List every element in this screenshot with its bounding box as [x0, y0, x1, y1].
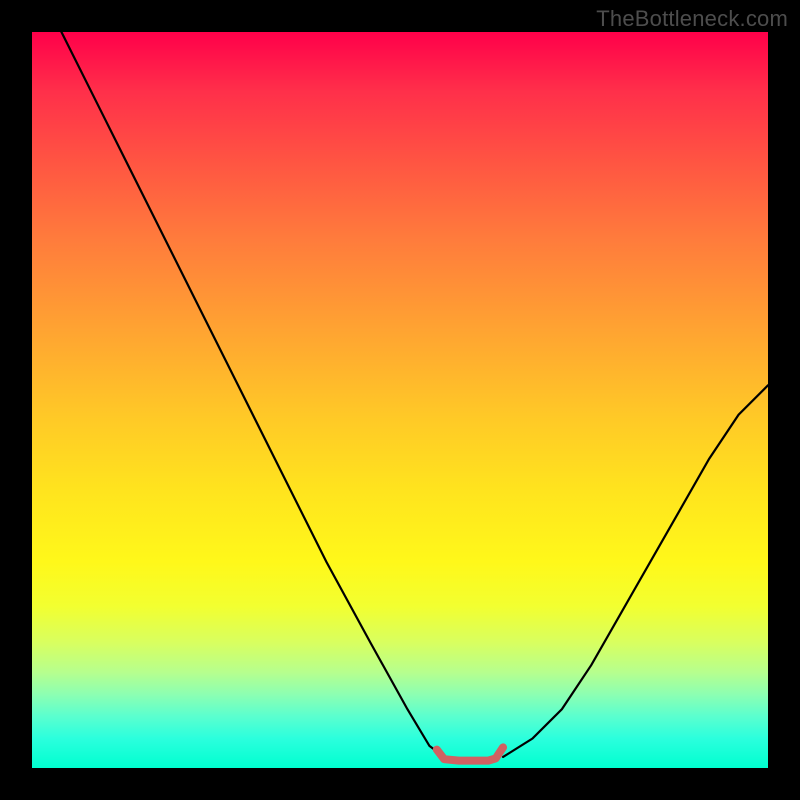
chart-container: TheBottleneck.com — [0, 0, 800, 800]
plot-area — [32, 32, 768, 768]
left-curve-path — [61, 32, 444, 757]
chart-svg — [32, 32, 768, 768]
right-curve-path — [503, 385, 768, 757]
watermark-text: TheBottleneck.com — [596, 6, 788, 32]
bottom-segment-path — [437, 747, 503, 760]
